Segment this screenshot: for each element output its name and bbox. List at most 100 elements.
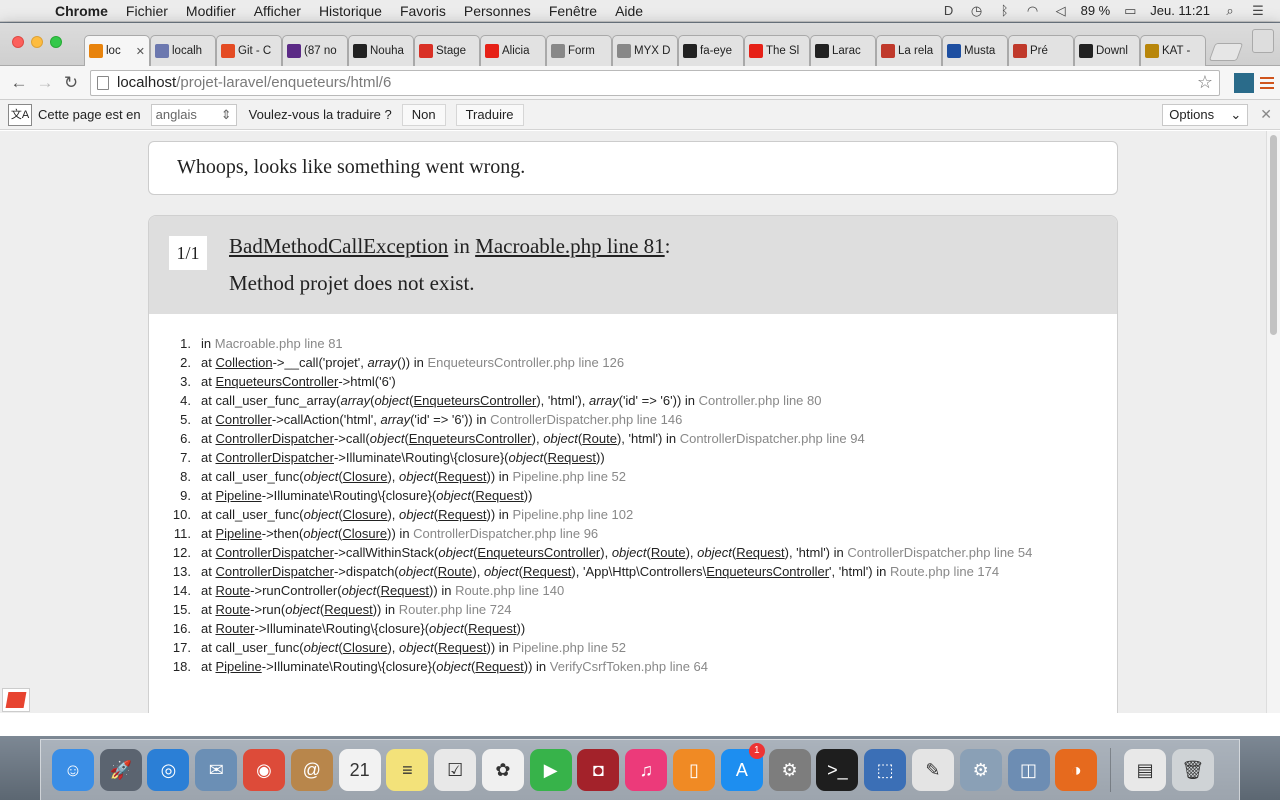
menu-afficher[interactable]: Afficher [245,3,310,19]
trace-file-link[interactable]: Router.php line 724 [399,602,512,617]
safari-icon[interactable]: ◎ [147,749,190,791]
bookmark-star-icon[interactable]: ☆ [1197,72,1213,93]
browser-tab[interactable]: The Sl [744,35,810,66]
browser-tab[interactable]: loc ✕ [84,35,150,66]
battery-icon[interactable]: ▭ [1122,3,1138,19]
wifi-icon[interactable]: ◠ [1025,3,1041,19]
itunes-icon[interactable]: ♫ [625,749,668,791]
laravel-debug-icon[interactable] [2,688,30,712]
menu-aide[interactable]: Aide [606,3,652,19]
no-translate-button[interactable]: Non [401,103,446,126]
photobooth-icon[interactable]: ◘ [577,749,620,791]
scrollbar-thumb[interactable] [1270,135,1277,335]
close-translate-bar-icon[interactable]: ✕ [1260,106,1272,123]
calendar-icon[interactable]: 21 [338,749,381,791]
browser-tab[interactable]: Musta [942,35,1008,66]
zoom-window-button[interactable] [50,36,62,48]
trace-file-link[interactable]: Pipeline.php line 52 [513,640,626,655]
browser-tab[interactable]: Larac [810,35,876,66]
notes-icon[interactable]: ≡ [386,749,429,791]
browser-tab[interactable]: MYX D [612,35,678,66]
close-window-button[interactable] [12,36,24,48]
source-language-value: anglais [155,107,197,122]
browser-tab[interactable]: fa-eye [678,35,744,66]
trace-file-link[interactable]: Pipeline.php line 102 [513,507,634,522]
browser-tab[interactable]: Downl [1074,35,1140,66]
browser-tab[interactable]: Stage [414,35,480,66]
menu-personnes[interactable]: Personnes [455,3,540,19]
new-tab-button[interactable] [1208,43,1244,61]
notification-center-icon[interactable]: ☰ [1250,3,1266,19]
browser-tab[interactable]: Nouha [348,35,414,66]
address-bar[interactable]: localhost/projet-laravel/enqueteurs/html… [90,69,1220,96]
menu-modifier[interactable]: Modifier [177,3,245,19]
launchpad-icon[interactable]: 🚀 [99,749,142,791]
battery-percent[interactable]: 89 % [1081,3,1111,18]
appstore-icon[interactable]: A1 [720,743,765,791]
chrome-menu-icon[interactable] [1260,76,1274,89]
trace-file-link[interactable]: ControllerDispatcher.php line 146 [490,412,682,427]
menu-chrome[interactable]: Chrome [46,3,117,19]
virtualbox-icon[interactable]: ⬚ [864,749,907,791]
trace-file-link[interactable]: Macroable.php line 81 [215,336,343,351]
extension-icon[interactable] [1234,72,1254,93]
page-scrollbar[interactable] [1266,131,1280,713]
trace-file-link[interactable]: Controller.php line 80 [699,393,822,408]
ibooks-icon[interactable]: ▯ [673,749,716,791]
browser-tab[interactable]: Alicia [480,35,546,66]
translate-options-select[interactable]: Options ⌄ [1162,103,1249,126]
spotlight-icon[interactable]: ⌕ [1222,3,1238,19]
tab-close-icon[interactable]: ✕ [136,45,145,58]
menu-fichier[interactable]: Fichier [117,3,177,19]
trace-file-link[interactable]: VerifyCsrfToken.php line 64 [550,659,708,674]
trace-file-link[interactable]: ControllerDispatcher.php line 96 [413,526,598,541]
chrome-icon[interactable]: ◉ [243,749,286,791]
source-language-select[interactable]: anglais ⇕ [150,103,237,126]
tab-title: Downl [1096,45,1128,57]
facetime-icon[interactable]: ▶ [529,749,572,791]
trace-file-link[interactable]: Pipeline.php line 52 [513,469,626,484]
reminders-icon[interactable]: ☑ [434,749,477,791]
minimize-window-button[interactable] [31,36,43,48]
contacts-icon[interactable]: @ [290,749,333,791]
preview-icon[interactable]: ◫ [1007,749,1050,791]
trace-file-link[interactable]: Route.php line 140 [455,583,564,598]
menu-fenetre[interactable]: Fenêtre [540,3,606,19]
time-machine-icon[interactable]: ◷ [969,3,985,19]
reload-button[interactable]: ↻ [58,73,84,93]
downloads-stack-icon[interactable]: ▤ [1124,749,1167,791]
status-tray: D ◷ ᛒ ◠ ◁ 89 % ▭ Jeu. 11:21 ⌕ ☰ [941,3,1280,19]
trace-text: at Route->run(object(Request)) in Router… [201,602,512,617]
photos-icon[interactable]: ✿ [481,749,524,791]
browser-tab[interactable]: localh [150,35,216,66]
browser-tab[interactable]: Git - C [216,35,282,66]
browser-tab[interactable]: Pré [1008,35,1074,66]
dashlane-icon[interactable]: D [941,3,957,18]
textedit-icon[interactable]: ✎ [911,749,954,791]
mail-icon[interactable]: ✉ [195,749,238,791]
trace-file-link[interactable]: Route.php line 174 [890,564,999,579]
browser-tab[interactable]: KAT - [1140,35,1206,66]
profile-button[interactable] [1252,29,1274,53]
clock[interactable]: Jeu. 11:21 [1150,3,1210,18]
volume-icon[interactable]: ◁ [1053,3,1069,19]
trace-file-link[interactable]: EnqueteursController.php line 126 [427,355,624,370]
system-preferences-icon[interactable]: ⚙ [768,749,811,791]
back-button[interactable]: ← [6,73,32,93]
menu-historique[interactable]: Historique [310,3,391,19]
browser-tab[interactable]: La rela [876,35,942,66]
utilities-icon[interactable]: ⚙ [959,749,1002,791]
terminal-icon[interactable]: >_ [816,749,859,791]
tab-favicon-icon [155,44,169,58]
firefox-icon[interactable]: ◑ [1055,749,1098,791]
browser-tab[interactable]: Form [546,35,612,66]
finder-icon[interactable]: ☺ [51,749,94,791]
translate-button[interactable]: Traduire [455,103,524,126]
browser-tab[interactable]: (87 no [282,35,348,66]
menu-favoris[interactable]: Favoris [391,3,455,19]
bluetooth-icon[interactable]: ᛒ [997,3,1013,18]
trace-file-link[interactable]: ControllerDispatcher.php line 54 [847,545,1032,560]
trace-file-link[interactable]: ControllerDispatcher.php line 94 [680,431,865,446]
trash-icon[interactable]: 🗑 [1171,749,1214,791]
forward-button[interactable]: → [32,73,58,93]
